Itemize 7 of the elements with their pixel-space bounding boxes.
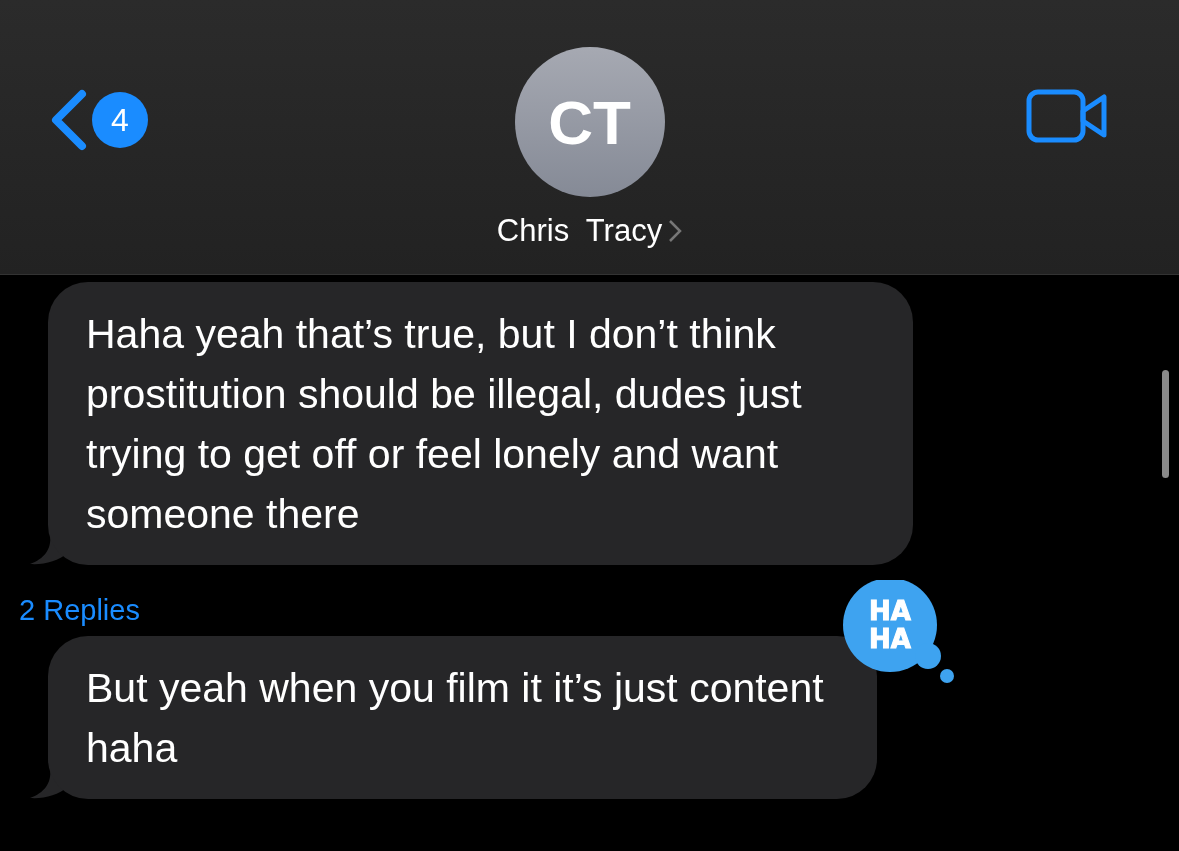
scrollbar-thumb[interactable]: [1162, 370, 1169, 478]
unread-count-badge: 4: [92, 92, 148, 148]
replies-link[interactable]: 2 Replies: [19, 584, 140, 636]
contact-name-link[interactable]: Chris Tracy: [496, 213, 683, 249]
message-bubble[interactable]: Haha yeah that’s true, but I don’t think prostitution should be illegal, dudes just trying to get off or feel lonely and want someone there: [48, 282, 913, 565]
chevron-right-icon: [668, 219, 683, 243]
video-call-icon[interactable]: [1026, 89, 1108, 143]
